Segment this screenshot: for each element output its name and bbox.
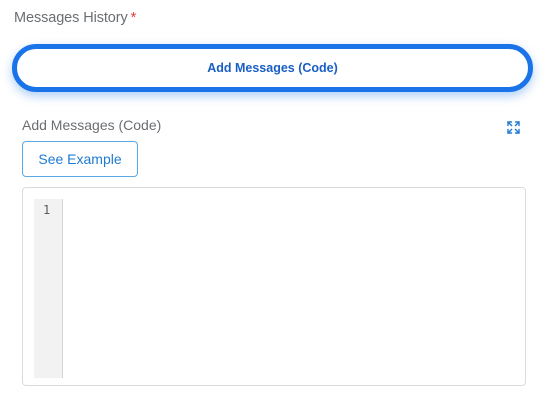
- add-messages-code-button-label: Add Messages (Code): [207, 61, 338, 75]
- editor-gutter: 1: [34, 199, 63, 378]
- code-editor[interactable]: 1: [22, 187, 526, 386]
- add-messages-code-button[interactable]: Add Messages (Code): [12, 44, 533, 92]
- expand-icon[interactable]: [507, 121, 520, 134]
- messages-history-label: Messages History *: [14, 10, 136, 26]
- code-input-area[interactable]: [67, 199, 515, 378]
- messages-history-label-text: Messages History: [14, 10, 128, 26]
- see-example-button[interactable]: See Example: [22, 141, 138, 177]
- messages-history-field: Messages History * Add Messages (Code) Ad…: [0, 0, 551, 402]
- code-section-label: Add Messages (Code): [22, 117, 162, 133]
- required-asterisk: *: [130, 10, 137, 26]
- line-number: 1: [43, 203, 51, 217]
